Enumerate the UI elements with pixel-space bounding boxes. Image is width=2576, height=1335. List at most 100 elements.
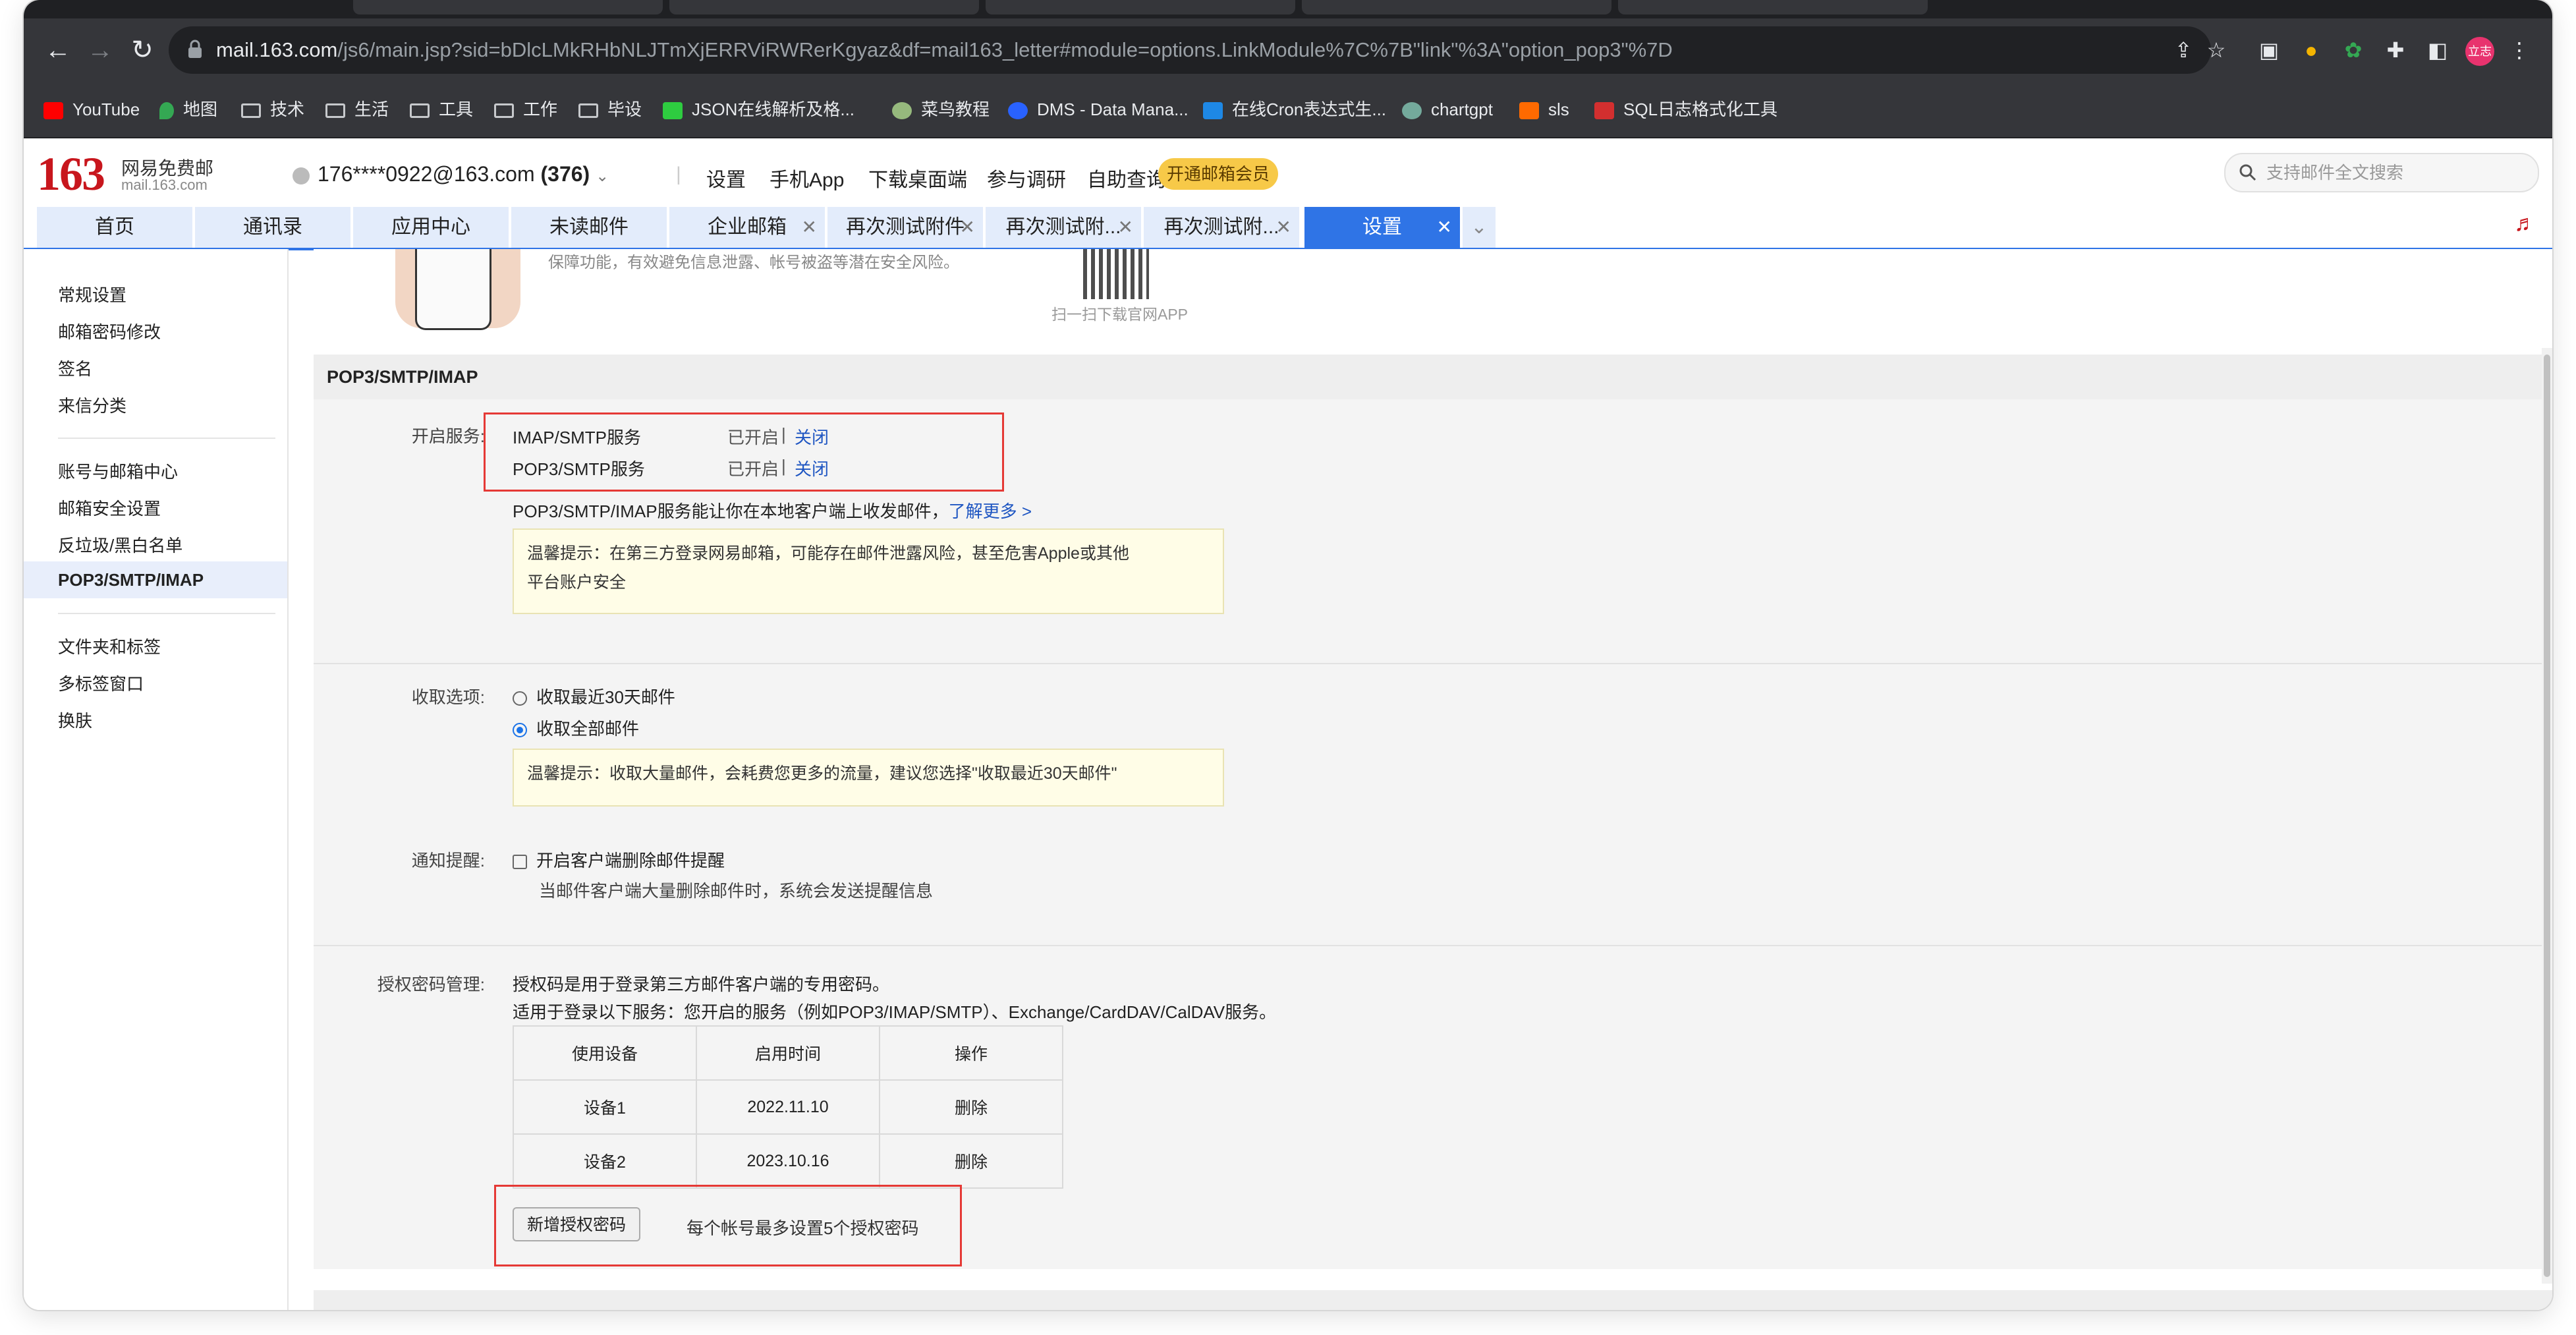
- survey-link[interactable]: 参与调研: [987, 163, 1066, 192]
- browser-tab[interactable]: [353, 0, 663, 14]
- tab-mail-1[interactable]: 再次测试附件 ✕: [827, 207, 983, 248]
- mail-tabs: 首页 通讯录 应用中心 未读邮件 企业邮箱 ✕ 再次测试附件 ✕ 再次测试附... ✕…: [24, 204, 2552, 250]
- more-icon[interactable]: ⋮: [2507, 38, 2531, 62]
- auth-block: 授权密码管理: 授权码是用于登录第三方邮件客户端的专用密码。 适用于登录以下服务…: [314, 946, 2552, 1269]
- radio-button-selected[interactable]: [513, 723, 527, 738]
- mobile-app-link[interactable]: 手机App: [770, 163, 844, 192]
- sls-icon: [1519, 102, 1539, 120]
- bookmark-folder-tech[interactable]: 技术: [241, 82, 304, 137]
- tab-enterprise[interactable]: 企业邮箱 ✕: [669, 207, 825, 248]
- bookmarks-bar: YouTube 地图 技术 生活 工具 工作 毕设 JSON在线解析及格... …: [24, 82, 2552, 138]
- forward-icon[interactable]: →: [83, 33, 117, 67]
- nav-multi-tab[interactable]: 多标签窗口: [58, 671, 144, 695]
- extension-icon[interactable]: ▣: [2257, 38, 2281, 62]
- bookmark-json[interactable]: JSON在线解析及格...: [663, 82, 854, 137]
- tab-contacts[interactable]: 通讯录: [195, 207, 350, 248]
- bookmark-folder-thesis[interactable]: 毕设: [578, 82, 642, 137]
- star-icon[interactable]: ☆: [2204, 38, 2228, 62]
- account-menu[interactable]: 176****0922@163.com (376) ⌄: [293, 162, 609, 186]
- divider: |: [676, 163, 681, 185]
- bookmark-youtube[interactable]: YouTube: [43, 82, 140, 137]
- radio-button[interactable]: [513, 691, 527, 706]
- pop3-status: 已开启: [727, 459, 779, 479]
- services-desc: POP3/SMTP/IMAP服务能让你在本地客户端上收发邮件，了解更多 >: [513, 501, 1032, 521]
- bookmark-runoob[interactable]: 菜鸟教程: [892, 82, 990, 137]
- bookmark-folder-work[interactable]: 工作: [494, 82, 557, 137]
- nav-security[interactable]: 邮箱安全设置: [58, 496, 161, 520]
- bookmark-sls[interactable]: sls: [1519, 82, 1569, 137]
- nav-skin[interactable]: 换肤: [58, 708, 92, 732]
- tab-unread[interactable]: 未读邮件: [511, 207, 667, 248]
- logo-163[interactable]: 163: [37, 148, 105, 200]
- radio-all-mail[interactable]: 收取全部邮件: [513, 716, 639, 740]
- delete-link[interactable]: 删除: [879, 1079, 1063, 1135]
- puzzle-icon[interactable]: ✚: [2384, 38, 2407, 62]
- download-desktop-link[interactable]: 下载桌面端: [868, 163, 967, 192]
- browser-tab[interactable]: [1618, 0, 1928, 14]
- services-tip: 温馨提示：在第三方登录网易邮箱，可能存在邮件泄露风险，甚至危害Apple或其他平…: [513, 528, 1224, 614]
- browser-tab[interactable]: [669, 0, 979, 14]
- notify-checkbox[interactable]: 开启客户端删除邮件提醒: [513, 847, 725, 872]
- nav-pop3-smtp-imap[interactable]: POP3/SMTP/IMAP: [24, 561, 287, 598]
- browser-tab[interactable]: [1302, 0, 1611, 14]
- add-auth-code-button[interactable]: 新增授权密码: [513, 1207, 641, 1241]
- browser-tab-active[interactable]: [986, 0, 1295, 14]
- vip-button[interactable]: 开通邮箱会员: [1158, 158, 1278, 190]
- tab-mail-3[interactable]: 再次测试附... ✕: [1144, 207, 1299, 248]
- tab-home[interactable]: 首页: [37, 207, 192, 248]
- music-icon[interactable]: ♬: [2514, 211, 2536, 237]
- sidebar-icon[interactable]: ◧: [2426, 38, 2450, 62]
- tab-apps[interactable]: 应用中心: [353, 207, 509, 248]
- close-icon[interactable]: ✕: [960, 207, 975, 248]
- nav-folders[interactable]: 文件夹和标签: [58, 634, 161, 658]
- nav-password[interactable]: 邮箱密码修改: [58, 319, 161, 343]
- nav-signature[interactable]: 签名: [58, 356, 92, 380]
- imap-close-link[interactable]: 关闭: [795, 424, 829, 449]
- back-icon[interactable]: ←: [41, 33, 75, 67]
- share-icon[interactable]: ⇪: [2171, 38, 2195, 62]
- col-device: 使用设备: [513, 1025, 697, 1081]
- bookmark-folder-life[interactable]: 生活: [325, 82, 389, 137]
- auth-desc-2: 适用于登录以下服务：您开启的服务（例如POP3/IMAP/SMTP）、Excha…: [513, 1002, 1277, 1022]
- radio-recent-30-days[interactable]: 收取最近30天邮件: [513, 684, 675, 708]
- settings-link[interactable]: 设置: [706, 163, 746, 192]
- pop3-close-link[interactable]: 关闭: [795, 456, 829, 480]
- close-icon[interactable]: ✕: [1118, 207, 1133, 248]
- close-icon[interactable]: ✕: [1437, 207, 1452, 248]
- reload-icon[interactable]: ↻: [125, 33, 159, 67]
- notify-block: 通知提醒: 开启客户端删除邮件提醒 当邮件客户端大量删除邮件时，系统会发送提醒信…: [314, 832, 2552, 945]
- close-icon[interactable]: ✕: [1276, 207, 1291, 248]
- bookmark-folder-tools[interactable]: 工具: [410, 82, 473, 137]
- scrollbar-thumb[interactable]: [2544, 355, 2550, 1277]
- chevron-down-icon: ⌄: [596, 167, 609, 185]
- tab-settings[interactable]: 设置 ✕: [1304, 207, 1460, 248]
- extension-icon[interactable]: ✿: [2341, 38, 2365, 62]
- self-service-link[interactable]: 自助查询: [1087, 163, 1166, 192]
- bookmark-dms[interactable]: DMS - Data Mana...: [1008, 82, 1189, 137]
- learn-more-link[interactable]: 了解更多 >: [949, 501, 1032, 521]
- nav-antispam[interactable]: 反垃圾/黑白名单: [58, 532, 182, 557]
- delete-link[interactable]: 删除: [879, 1133, 1063, 1189]
- bookmark-chatgpt[interactable]: chartgpt: [1402, 82, 1493, 137]
- checkbox[interactable]: [513, 855, 527, 870]
- nav-filters[interactable]: 来信分类: [58, 393, 126, 417]
- qr-caption: 扫一扫下载官网APP: [1051, 306, 1189, 323]
- bookmark-sql[interactable]: SQL日志格式化工具: [1594, 82, 1778, 137]
- browser-tab-strip: [24, 0, 2552, 18]
- bookmark-cron[interactable]: 在线Cron表达式生...: [1203, 82, 1386, 137]
- nav-general[interactable]: 常规设置: [58, 282, 126, 306]
- security-banner: 保障功能，有效避免信息泄露、帐号被盗等潜在安全风险。 扫一扫下载官网APP: [314, 249, 2552, 335]
- services-block: 开启服务: IMAP/SMTP服务 已开启 | 关闭 POP3/SMTP服务 已…: [314, 399, 2552, 663]
- scrollbar[interactable]: [2542, 348, 2552, 1284]
- settings-sidebar: 常规设置 邮箱密码修改 签名 来信分类 账号与邮箱中心 邮箱安全设置 反垃圾/黑…: [24, 249, 289, 1310]
- settings-content: 保障功能，有效避免信息泄露、帐号被盗等潜在安全风险。 扫一扫下载官网APP PO…: [314, 249, 2552, 1310]
- extension-icon[interactable]: ●: [2299, 38, 2323, 62]
- mail-search-input[interactable]: 支持邮件全文搜索: [2224, 153, 2539, 192]
- profile-avatar[interactable]: 立志: [2465, 37, 2494, 66]
- bookmark-map[interactable]: 地图: [159, 82, 217, 137]
- nav-account-center[interactable]: 账号与邮箱中心: [58, 459, 178, 483]
- tab-more-chevron-icon[interactable]: ⌄: [1463, 207, 1496, 248]
- address-bar[interactable]: mail.163.com/js6/main.jsp?sid=bDlcLMkRHb…: [169, 26, 2226, 74]
- tab-mail-2[interactable]: 再次测试附... ✕: [986, 207, 1141, 248]
- close-icon[interactable]: ✕: [802, 207, 817, 248]
